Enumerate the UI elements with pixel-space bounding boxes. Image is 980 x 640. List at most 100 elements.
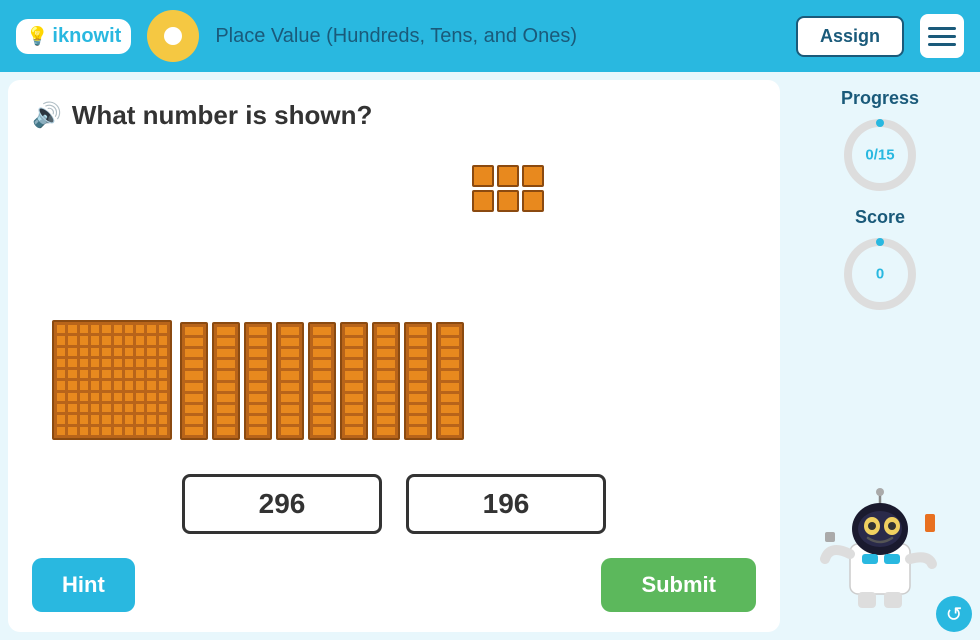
hundred-cell: [90, 369, 100, 379]
hundred-cell: [90, 414, 100, 424]
ten-cell: [440, 326, 460, 336]
submit-button[interactable]: Submit: [601, 558, 756, 612]
app-header: 💡 iknowit Place Value (Hundreds, Tens, a…: [0, 0, 980, 72]
ten-cell: [376, 415, 396, 425]
ten-cell: [408, 337, 428, 347]
hundred-cell: [101, 369, 111, 379]
ten-cell: [376, 326, 396, 336]
hundred-cell: [146, 324, 156, 334]
ten-cell: [376, 426, 396, 436]
ten-cell: [184, 393, 204, 403]
ten-cell: [216, 348, 236, 358]
answer-296[interactable]: 296: [182, 474, 382, 534]
ten-cell: [408, 348, 428, 358]
hundred-cell: [56, 324, 66, 334]
progress-section: Progress 0/15: [840, 88, 920, 195]
hundred-cell: [146, 369, 156, 379]
one-block: [472, 165, 494, 187]
ten-cell: [440, 415, 460, 425]
hundred-cell: [90, 403, 100, 413]
ten-cell: [344, 359, 364, 369]
ten-cell: [280, 337, 300, 347]
assign-button[interactable]: Assign: [796, 16, 904, 57]
hundred-cell: [56, 426, 66, 436]
hundred-cell: [124, 369, 134, 379]
ten-block: [180, 322, 208, 440]
one-block: [522, 165, 544, 187]
ten-cell: [184, 326, 204, 336]
sound-icon[interactable]: 🔊: [32, 101, 62, 130]
hundred-cell: [79, 335, 89, 345]
hundred-cell: [101, 358, 111, 368]
question-panel: 🔊 What number is shown? 296 196 Hint Sub…: [8, 80, 780, 632]
blocks-visualization: [32, 147, 756, 450]
hint-button[interactable]: Hint: [32, 558, 135, 612]
ten-cell: [408, 415, 428, 425]
ten-blocks-group: [180, 322, 464, 440]
ten-cell: [440, 359, 460, 369]
hundred-cell: [158, 392, 168, 402]
score-section: Score 0: [840, 207, 920, 314]
one-block: [497, 190, 519, 212]
ten-cell: [248, 326, 268, 336]
ten-cell: [184, 370, 204, 380]
progress-value: 0/15: [865, 147, 894, 164]
ten-block: [212, 322, 240, 440]
ten-cell: [344, 348, 364, 358]
hundred-cell: [67, 380, 77, 390]
ten-cell: [312, 337, 332, 347]
ten-cell: [312, 415, 332, 425]
ten-cell: [184, 404, 204, 414]
hundred-cell: [135, 380, 145, 390]
hundred-cell: [101, 347, 111, 357]
hundred-cell: [56, 335, 66, 345]
hundred-cell: [158, 414, 168, 424]
ten-cell: [248, 370, 268, 380]
ten-cell: [248, 415, 268, 425]
ten-cell: [376, 359, 396, 369]
ten-cell: [440, 382, 460, 392]
hundred-cell: [158, 403, 168, 413]
ten-cell: [312, 326, 332, 336]
ten-cell: [408, 359, 428, 369]
menu-button[interactable]: [920, 14, 964, 58]
ten-block: [340, 322, 368, 440]
answer-196[interactable]: 196: [406, 474, 606, 534]
one-block: [472, 190, 494, 212]
ten-cell: [408, 426, 428, 436]
ten-cell: [440, 337, 460, 347]
ten-block: [276, 322, 304, 440]
ten-cell: [344, 393, 364, 403]
ten-cell: [312, 348, 332, 358]
ten-block: [308, 322, 336, 440]
ten-cell: [216, 337, 236, 347]
hundred-cell: [56, 347, 66, 357]
logo-text: iknowit: [52, 25, 121, 48]
main-content: 🔊 What number is shown? 296 196 Hint Sub…: [0, 72, 980, 640]
progress-gauge: 0/15: [840, 115, 920, 195]
ten-cell: [248, 337, 268, 347]
progress-label: Progress: [841, 88, 919, 109]
hundred-cell: [113, 380, 123, 390]
hundred-cell: [135, 324, 145, 334]
answer-choices: 296 196: [32, 474, 756, 534]
hundred-cell: [146, 426, 156, 436]
ten-cell: [216, 370, 236, 380]
robot-character: [820, 326, 940, 624]
ten-cell: [280, 370, 300, 380]
ten-cell: [216, 359, 236, 369]
hundred-cell: [79, 380, 89, 390]
hundred-cell: [67, 324, 77, 334]
ten-cell: [408, 393, 428, 403]
next-arrow-button[interactable]: ↺: [936, 596, 972, 632]
hundred-cell: [56, 403, 66, 413]
hamburger-line-1: [928, 27, 956, 30]
ten-cell: [344, 415, 364, 425]
hundred-cell: [101, 403, 111, 413]
hundred-cell: [158, 335, 168, 345]
hundred-cell: [56, 369, 66, 379]
ten-cell: [408, 370, 428, 380]
hundred-cell: [79, 426, 89, 436]
ten-cell: [184, 337, 204, 347]
ten-cell: [312, 382, 332, 392]
